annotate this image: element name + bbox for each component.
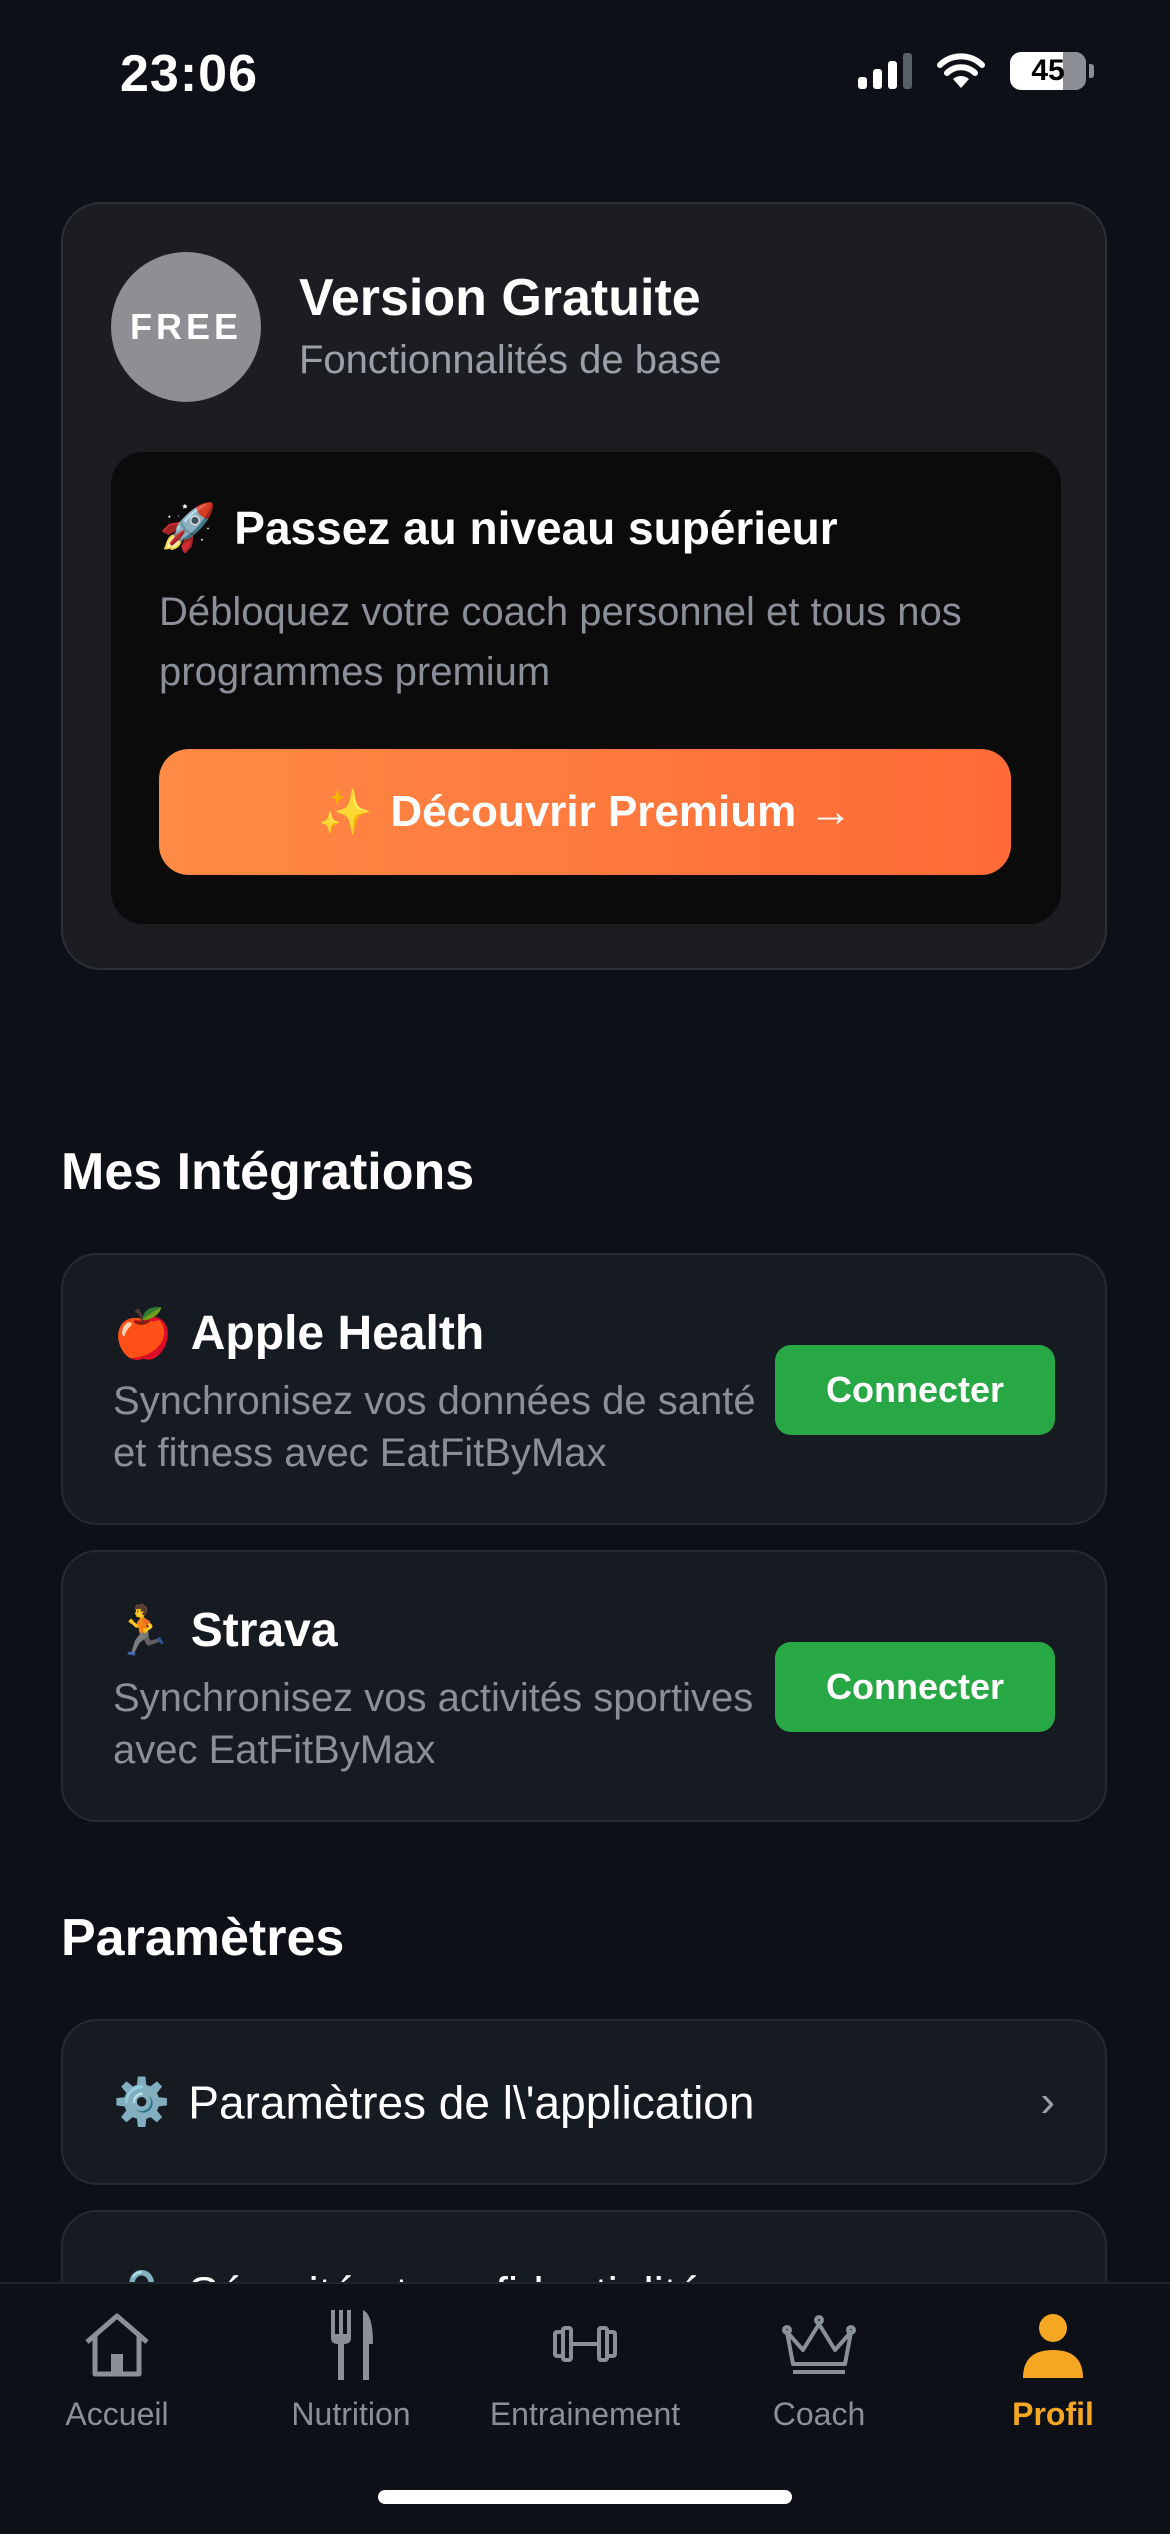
person-icon [1023,2314,1083,2378]
free-badge: FREE [111,252,261,402]
status-time: 23:06 [120,45,258,103]
settings-label-text: Paramètres de l\'application [188,2076,755,2128]
dumbbell-icon [553,2326,617,2362]
integration-name: 🏃 Strava [113,1602,338,1659]
battery-icon: 45 [1010,52,1086,90]
integration-card-strava: 🏃 Strava Synchronisez vos activités spor… [61,1550,1107,1822]
home-indicator [378,2490,792,2504]
tab-accueil[interactable]: Accueil [0,2304,234,2444]
integration-name: 🍎 Apple Health [113,1305,484,1362]
integration-label: Apple Health [190,1307,485,1360]
discover-premium-button[interactable]: ✨ Découvrir Premium → [159,749,1011,875]
rocket-icon: 🚀 [159,501,217,553]
chevron-right-icon: › [1040,2077,1055,2126]
sparkles-icon: ✨ [317,788,373,837]
integration-description: Synchronisez vos données de santé et fit… [113,1379,756,1475]
integrations-title: Mes Intégrations [61,1143,475,1201]
house-icon [85,2313,149,2377]
integration-label: Strava [190,1604,338,1657]
upgrade-description: Débloquez votre coach personnel et tous … [159,590,962,694]
plan-title: Version Gratuite [299,269,701,327]
tab-label: Nutrition [291,2396,411,2432]
cellular-signal-icon [858,53,912,89]
integration-card-apple-health: 🍎 Apple Health Synchronisez vos données … [61,1253,1107,1525]
settings-item-label: ⚙️ Paramètres de l\'application [113,2075,754,2130]
plan-subtitle: Fonctionnalités de base [299,338,722,382]
upgrade-heading: 🚀 Passez au niveau supérieur [159,500,838,555]
status-icons: 45 [858,52,1094,90]
settings-title: Paramètres [61,1909,345,1967]
connect-apple-health-button[interactable]: Connecter [775,1345,1055,1435]
tab-label: Coach [772,2396,866,2432]
settings-item-app[interactable]: ⚙️ Paramètres de l\'application › [61,2019,1107,2185]
tab-label: Profil [1012,2396,1094,2432]
integration-description: Synchronisez vos activités sportives ave… [113,1676,754,1772]
plan-card: FREE Version Gratuite Fonctionnalités de… [61,202,1107,970]
wifi-icon [937,53,985,88]
apple-icon: 🍎 [113,1308,173,1361]
gear-icon: ⚙️ [113,2075,171,2128]
crown-icon [782,2315,856,2374]
runner-icon: 🏃 [113,1605,173,1658]
discover-premium-label: Découvrir Premium → [390,787,853,836]
tab-profil[interactable]: Profil [936,2304,1170,2444]
upgrade-title: Passez au niveau supérieur [234,501,838,554]
tab-coach[interactable]: Coach [702,2304,936,2444]
tab-nutrition[interactable]: Nutrition [234,2304,468,2444]
tab-label: Accueil [65,2396,169,2432]
tab-entrainement[interactable]: Entrainement [468,2304,702,2444]
battery-level: 45 [1031,54,1065,87]
fork-knife-icon [331,2310,373,2380]
connect-strava-button[interactable]: Connecter [775,1642,1055,1732]
tab-label: Entrainement [489,2396,681,2432]
upgrade-box: 🚀 Passez au niveau supérieur Débloquez v… [111,452,1061,924]
